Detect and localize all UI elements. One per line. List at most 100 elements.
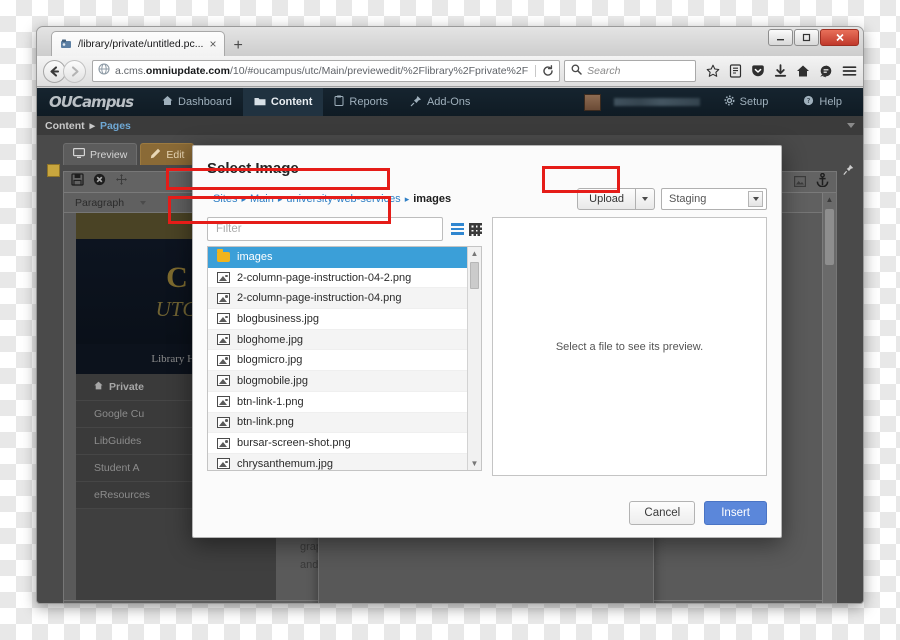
file-name: blogmobile.jpg [237, 374, 308, 387]
url-bar[interactable]: a.cms.omniupdate.com/10/#oucampus/utc/Ma… [92, 60, 561, 82]
file-row[interactable]: blogmobile.jpg [208, 371, 467, 392]
scrollbar-thumb[interactable] [825, 209, 834, 265]
paragraph-style-select[interactable]: Paragraph [71, 196, 150, 210]
file-row[interactable]: chrysanthemum.jpg [208, 453, 467, 470]
pin-icon[interactable] [843, 163, 854, 181]
nav-item-dashboard[interactable]: Dashboard [151, 88, 243, 116]
anchor-icon[interactable] [816, 172, 829, 192]
file-name: blogbusiness.jpg [237, 312, 319, 325]
dialog-breadcrumb-wrap: Sites ▸ Main ▸ university-web-services ▸… [207, 188, 457, 210]
breadcrumb-item-sites[interactable]: Sites [213, 193, 237, 205]
insert-button[interactable]: Insert [704, 501, 767, 525]
upload-split-button[interactable]: Upload [577, 188, 655, 210]
scroll-down-icon[interactable]: ▼ [468, 457, 481, 470]
staging-value: Staging [669, 193, 707, 205]
upload-controls: Upload Staging [577, 188, 767, 210]
url-text: a.cms.omniupdate.com/10/#oucampus/utc/Ma… [115, 65, 529, 77]
file-list-scrollbar[interactable]: ▲ ▼ [467, 247, 481, 470]
image-file-icon [217, 437, 230, 449]
nav-item-reports[interactable]: Reports [323, 88, 399, 116]
breadcrumb-item-uws[interactable]: university-web-services [286, 193, 400, 205]
browser-tab[interactable]: /library/private/untitled.pc... × [51, 31, 225, 56]
file-name: images [237, 250, 273, 263]
breadcrumb-separator: ▸ [89, 119, 95, 132]
tab-edit[interactable]: Edit [140, 143, 195, 165]
breadcrumb-separator: ▸ [277, 193, 283, 204]
breadcrumb-current[interactable]: Pages [100, 120, 131, 132]
breadcrumb: Content ▸ Pages [37, 116, 863, 135]
upload-dropdown-button[interactable] [636, 188, 655, 210]
file-row[interactable]: 2-column-page-instruction-04.png [208, 288, 467, 310]
filter-input[interactable]: Filter [207, 217, 443, 241]
file-row[interactable]: bloghome.jpg [208, 329, 467, 351]
caret-down-icon [140, 200, 147, 205]
cancel-icon[interactable] [93, 173, 106, 191]
nav-arrows [43, 59, 86, 83]
breadcrumb-root[interactable]: Content [45, 120, 85, 132]
fullscreen-icon[interactable] [115, 173, 128, 191]
breadcrumb-item-current: images [413, 193, 452, 205]
image-icon[interactable] [794, 174, 807, 192]
pocket-icon[interactable] [751, 64, 765, 78]
image-file-icon [217, 396, 230, 408]
file-row[interactable]: 2-column-page-instruction-04-2.png [208, 268, 467, 289]
chevron-down-icon[interactable] [847, 123, 855, 128]
site-identity-icon[interactable] [98, 62, 110, 80]
upload-button[interactable]: Upload [577, 188, 636, 210]
dialog-main: Filter images 2-column-page-instruction-0… [193, 210, 781, 476]
close-window-button[interactable] [820, 29, 859, 46]
sync-icon[interactable] [819, 64, 833, 78]
nav-label: Add-Ons [426, 96, 471, 108]
home-icon[interactable] [796, 64, 810, 78]
monitor-icon [73, 148, 86, 161]
nav-item-setup[interactable]: Setup [713, 88, 780, 116]
browser-search-box[interactable]: Search [564, 60, 696, 82]
ou-campus-logo[interactable]: OUCampus [49, 93, 134, 111]
download-icon[interactable] [774, 64, 787, 78]
reload-icon[interactable] [535, 65, 554, 77]
file-row[interactable]: blogmicro.jpg [208, 350, 467, 372]
file-row[interactable]: btn-link-1.png [208, 392, 467, 413]
save-icon[interactable] [71, 173, 84, 191]
file-name: btn-link.png [237, 416, 294, 429]
star-icon[interactable] [706, 64, 720, 78]
menu-icon[interactable] [842, 64, 857, 78]
scrollbar-thumb[interactable] [470, 262, 479, 289]
file-row[interactable]: bursar-screen-shot.png [208, 433, 467, 454]
staging-select[interactable]: Staging [661, 188, 767, 210]
nav-label: Content [270, 96, 313, 108]
home-icon [162, 95, 173, 109]
minimize-button[interactable] [768, 29, 793, 46]
tab-preview[interactable]: Preview [63, 143, 138, 165]
file-row[interactable]: btn-link.png [208, 412, 467, 434]
file-name: blogmicro.jpg [237, 354, 303, 367]
scroll-up-icon[interactable]: ▲ [468, 247, 481, 260]
maximize-button[interactable] [794, 29, 819, 46]
search-icon [571, 62, 582, 80]
filter-row: Filter [207, 217, 482, 241]
nav-label: Help [819, 96, 842, 108]
grid-view-icon[interactable] [469, 222, 482, 236]
list-view-icon[interactable] [451, 223, 464, 235]
view-toggles [451, 222, 482, 236]
file-list: images 2-column-page-instruction-04-2.png… [207, 246, 482, 471]
breadcrumb-item-main[interactable]: Main [250, 193, 274, 205]
cancel-button[interactable]: Cancel [629, 501, 696, 525]
scroll-up-icon[interactable]: ▲ [823, 193, 836, 206]
nav-item-addons[interactable]: Add-Ons [399, 88, 481, 116]
nav-item-content[interactable]: Content [242, 88, 324, 116]
nav-item-help[interactable]: ? Help [792, 88, 853, 116]
file-row-folder[interactable]: images [208, 247, 467, 268]
bookmarks-icon[interactable] [729, 64, 742, 78]
file-name: 2-column-page-instruction-04-2.png [237, 271, 412, 284]
forward-button[interactable] [63, 59, 86, 83]
file-row[interactable]: blogbusiness.jpg [208, 309, 467, 330]
avatar[interactable] [583, 93, 601, 111]
browser-titlebar: /library/private/untitled.pc... × + [37, 27, 863, 56]
menu-label: Google Cu [94, 408, 145, 420]
caret-down-icon[interactable] [748, 191, 763, 207]
close-icon[interactable]: × [209, 38, 216, 50]
file-browser-pane: Filter images 2-column-page-instruction-0… [207, 217, 482, 476]
editor-scrollbar[interactable]: ▲ ▼ [822, 193, 836, 603]
new-tab-button[interactable]: + [225, 38, 252, 56]
